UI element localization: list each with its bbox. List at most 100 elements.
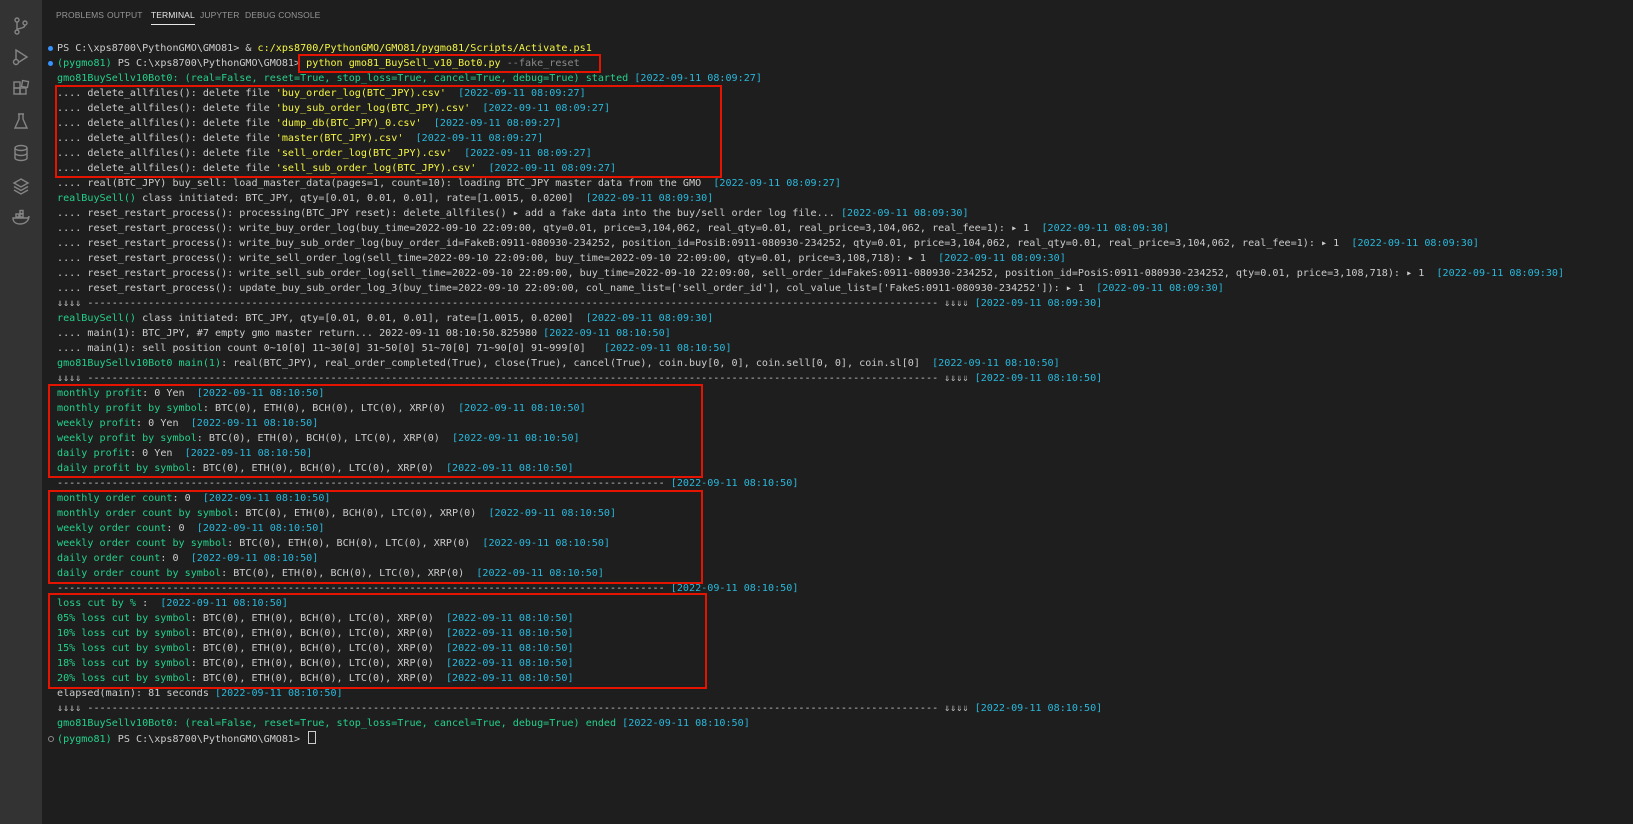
terminal-line: weekly profit: 0 Yen [2022-09-11 08:10:5… (48, 416, 1633, 431)
terminal-line-text: monthly order count: 0 [2022-09-11 08:10… (57, 491, 330, 506)
terminal-line-text: weekly order count by symbol: BTC(0), ET… (57, 536, 610, 551)
tab-problems[interactable]: PROBLEMS (56, 10, 104, 20)
terminal-segment (403, 133, 415, 144)
terminal-segment: : real(BTC_JPY), real_order_completed(Tr… (221, 358, 933, 369)
terminal-line: monthly profit by symbol: BTC(0), ETH(0)… (48, 401, 1633, 416)
terminal-segment: [2022-09-11 08:10:50] (190, 418, 319, 429)
terminal-segment: daily order count by symbol (57, 568, 222, 579)
terminal-segment: realBuySell() (57, 313, 137, 324)
terminal-segment: [2022-09-11 08:10:50] (458, 403, 586, 414)
run-debug-icon[interactable] (11, 47, 31, 67)
terminal-line-text: weekly profit: 0 Yen [2022-09-11 08:10:5… (57, 416, 318, 431)
terminal-line-text: daily profit: 0 Yen [2022-09-11 08:10:50… (57, 446, 312, 461)
terminal-segment: daily profit (57, 448, 130, 459)
terminal-line: 15% loss cut by symbol: BTC(0), ETH(0), … (48, 641, 1633, 656)
terminal-line: daily order count by symbol: BTC(0), ETH… (48, 566, 1633, 581)
terminal-segment: .... real(BTC_JPY) buy_sell: load_master… (57, 178, 714, 189)
terminal-segment: : 0 Yen (142, 388, 197, 399)
terminal-line-text: 20% loss cut by symbol: BTC(0), ETH(0), … (57, 671, 574, 686)
terminal-segment: [2022-09-11 08:10:50] (445, 643, 574, 654)
terminal-segment: [2022-09-11 08:10:50] (488, 508, 617, 519)
terminal-segment: : BTC(0), ETH(0), BCH(0), LTC(0), XRP(0) (190, 463, 446, 474)
terminal-line: monthly order count: 0 [2022-09-11 08:10… (48, 491, 1633, 506)
terminal-segment: weekly order count by symbol (57, 538, 228, 549)
tab-terminal[interactable]: TERMINAL (151, 10, 195, 25)
terminal-line-text: gmo81BuySellv10Bot0: (real=False, reset=… (57, 71, 762, 86)
terminal-line-text: .... reset_restart_process(): processing… (57, 206, 969, 221)
command-status-dot-icon[interactable] (48, 61, 53, 66)
terminal-line: realBuySell() class initiated: BTC_JPY, … (48, 311, 1633, 326)
terminal-line-text: .... reset_restart_process(): write_sell… (57, 251, 1066, 266)
terminal-segment (476, 163, 488, 174)
terminal-segment: (pygmo81) (57, 734, 118, 745)
extensions-icon[interactable] (11, 79, 31, 99)
terminal-line: .... main(1): sell position count 0~10[0… (48, 341, 1633, 356)
terminal-segment: .... main(1): BTC_JPY, #7 empty gmo mast… (57, 328, 544, 339)
terminal-segment: [2022-09-11 08:10:50] (215, 688, 343, 699)
terminal-segment: .... delete_allfiles(): delete file (57, 103, 276, 114)
terminal-output[interactable]: PS C:\xps8700\PythonGMO\GMO81> & c:/xps8… (48, 41, 1633, 746)
terminal-segment: : BTC(0), ETH(0), BCH(0), LTC(0), XRP(0) (227, 538, 483, 549)
terminal-segment: [2022-09-11 08:10:50] (445, 673, 574, 684)
terminal-segment: [2022-09-11 08:10:50] (196, 523, 325, 534)
terminal-line-text: .... reset_restart_process(): update_buy… (57, 281, 1224, 296)
terminal-line-text: realBuySell() class initiated: BTC_JPY, … (57, 191, 713, 206)
terminal-segment: [2022-09-11 08:09:30] (974, 298, 1103, 309)
terminal-line: .... delete_allfiles(): delete file 'dum… (48, 116, 1633, 131)
terminal-segment: [2022-09-11 08:10:50] (670, 478, 799, 489)
terminal-segment: : BTC(0), ETH(0), BCH(0), LTC(0), XRP(0) (233, 508, 489, 519)
terminal-line-text: gmo81BuySellv10Bot0 main(1): real(BTC_JP… (57, 356, 1060, 371)
terminal-line-text: .... delete_allfiles(): delete file 'sel… (57, 161, 616, 176)
terminal-segment: 'buy_sub_order_log(BTC_JPY).csv' (275, 103, 471, 114)
terminal-cursor[interactable] (308, 731, 317, 744)
terminal-segment: 'sell_order_log(BTC_JPY).csv' (275, 148, 453, 159)
testing-icon[interactable] (11, 111, 31, 131)
terminal-line-text: loss cut by % : [2022-09-11 08:10:50] (57, 596, 288, 611)
terminal-line-text: ----------------------------------------… (57, 476, 798, 491)
terminal-line: weekly order count by symbol: BTC(0), ET… (48, 536, 1633, 551)
terminal-segment: gmo81BuySellv10Bot0 main(1) (57, 358, 222, 369)
terminal-line: ----------------------------------------… (48, 581, 1633, 596)
terminal-segment: : BTC(0), ETH(0), BCH(0), LTC(0), XRP(0) (190, 658, 446, 669)
terminal-line: 10% loss cut by symbol: BTC(0), ETH(0), … (48, 626, 1633, 641)
database-icon[interactable] (11, 143, 31, 163)
tab-debug-console[interactable]: DEBUG CONSOLE (245, 10, 320, 20)
command-status-dot-icon[interactable] (48, 46, 53, 51)
terminal-line-text: (pygmo81) PS C:\xps8700\PythonGMO\GMO81> (57, 731, 317, 747)
terminal-segment: .... reset_restart_process(): write_buy_… (57, 238, 1352, 249)
terminal-segment: [2022-09-11 08:09:27] (464, 148, 592, 159)
tab-output[interactable]: OUTPUT (107, 10, 143, 20)
terminal-line-text: realBuySell() class initiated: BTC_JPY, … (57, 311, 713, 326)
terminal-segment: .... main(1): sell position count 0~10[0… (57, 343, 604, 354)
terminal-line-text: ----------------------------------------… (57, 581, 798, 596)
layers-icon[interactable] (11, 176, 31, 196)
docker-icon[interactable] (11, 208, 31, 228)
terminal-segment: [2022-09-11 08:10:50] (670, 583, 799, 594)
terminal-line: PS C:\xps8700\PythonGMO\GMO81> & c:/xps8… (48, 41, 1633, 56)
terminal-segment: PS C:\xps8700\PythonGMO\GMO81> (117, 58, 307, 69)
terminal-segment: [2022-09-11 08:09:27] (458, 88, 586, 99)
terminal-line: .... delete_allfiles(): delete file 'sel… (48, 146, 1633, 161)
terminal-line-text: monthly profit: 0 Yen [2022-09-11 08:10:… (57, 386, 324, 401)
terminal-line: daily profit by symbol: BTC(0), ETH(0), … (48, 461, 1633, 476)
terminal-segment: [2022-09-11 08:10:50] (974, 703, 1103, 714)
terminal-segment: [2022-09-11 08:09:30] (840, 208, 969, 219)
terminal-segment: PS C:\xps8700\PythonGMO\GMO81> (117, 734, 307, 745)
activity-bar (0, 0, 42, 824)
terminal-segment: 'buy_order_log(BTC_JPY).csv' (275, 88, 446, 99)
terminal-line: loss cut by % : [2022-09-11 08:10:50] (48, 596, 1633, 611)
terminal-line-text: ⇓⇓⇓⇓ -----------------------------------… (57, 371, 1102, 386)
terminal-segment: [2022-09-11 08:09:27] (488, 163, 617, 174)
source-control-icon[interactable] (11, 16, 31, 36)
terminal-line: ⇓⇓⇓⇓ -----------------------------------… (48, 701, 1633, 716)
terminal-line-text: monthly order count by symbol: BTC(0), E… (57, 506, 616, 521)
terminal-line: realBuySell() class initiated: BTC_JPY, … (48, 191, 1633, 206)
terminal-line: (pygmo81) PS C:\xps8700\PythonGMO\GMO81>… (48, 56, 1633, 71)
terminal-segment: [2022-09-11 08:09:27] (634, 73, 762, 84)
terminal-segment: .... reset_restart_process(): processing… (57, 208, 841, 219)
tab-jupyter[interactable]: JUPYTER (200, 10, 239, 20)
terminal-segment: [2022-09-11 08:09:30] (1096, 283, 1224, 294)
terminal-segment: ⇓⇓⇓⇓ -----------------------------------… (57, 298, 975, 309)
command-status-dot-icon[interactable] (48, 736, 54, 742)
terminal-segment: PS C:\xps8700\PythonGMO\GMO81> & (57, 43, 258, 54)
